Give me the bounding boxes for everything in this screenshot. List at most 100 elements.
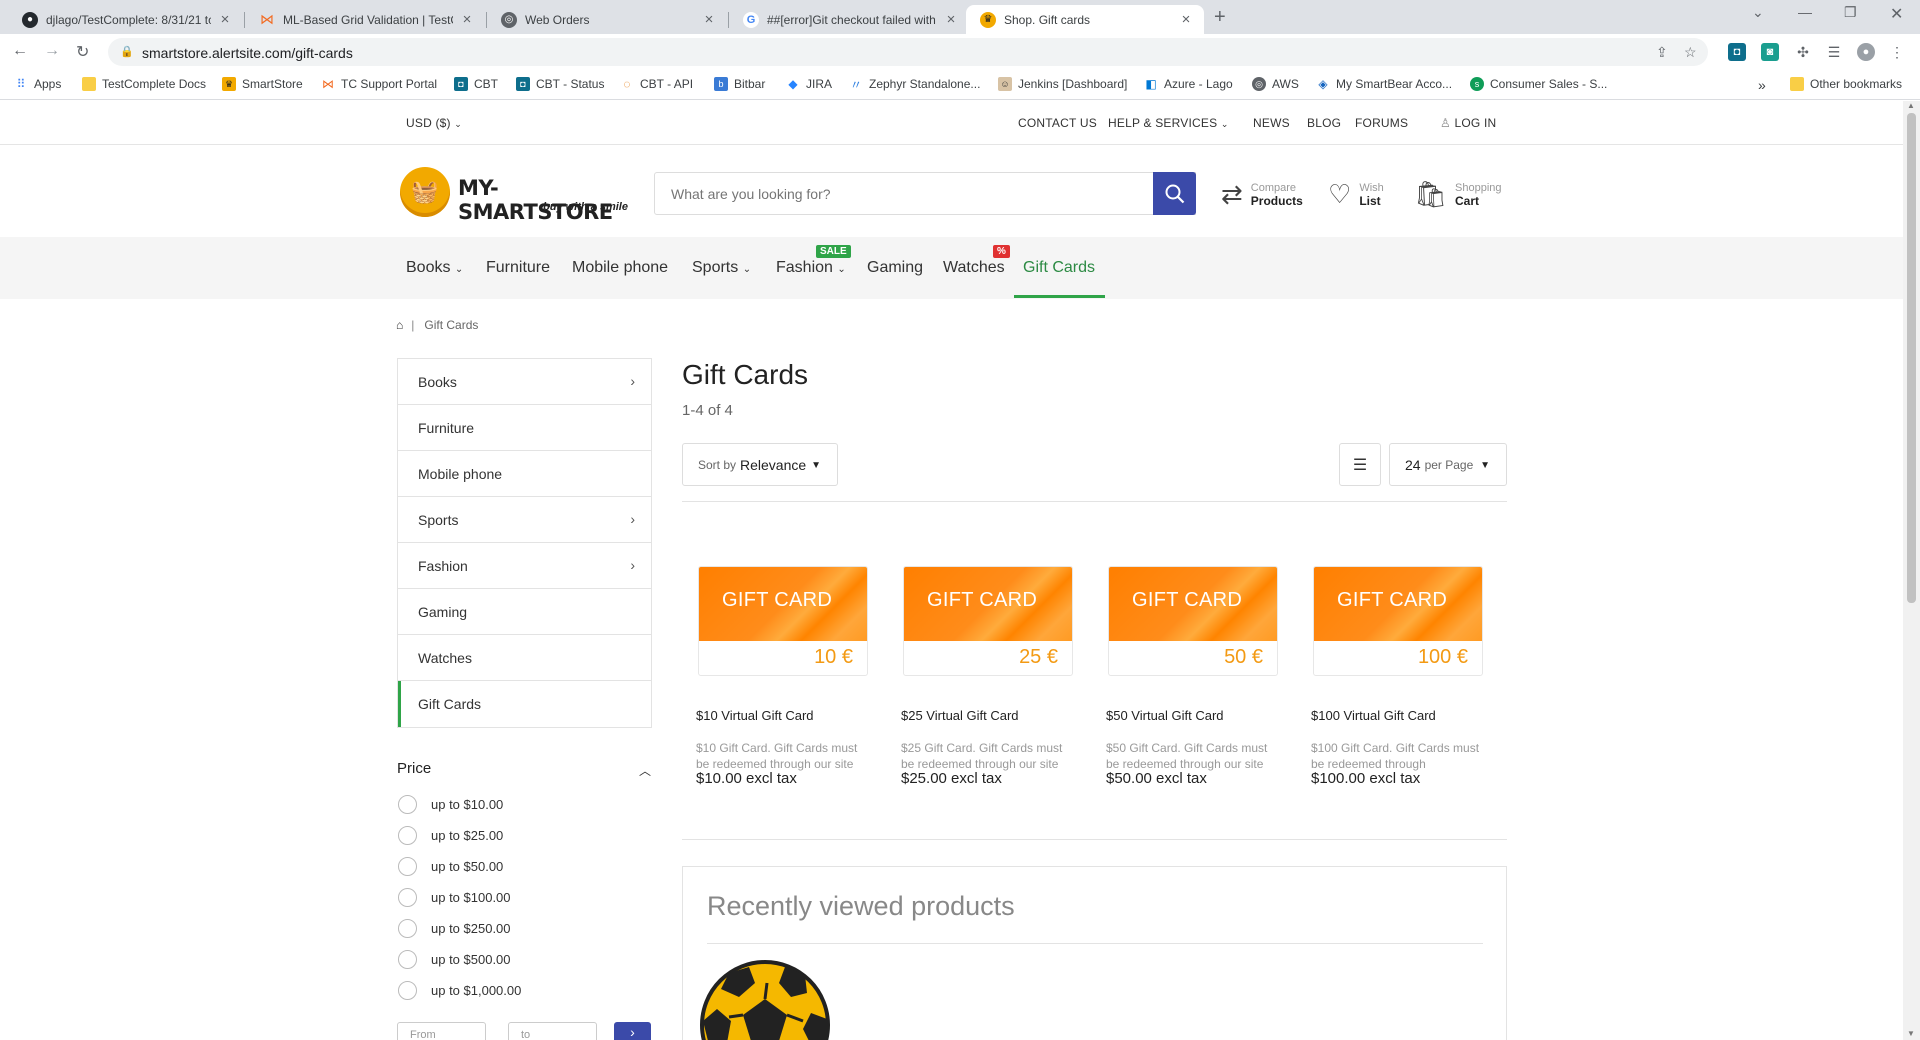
- radio-button[interactable]: [398, 795, 417, 814]
- scroll-down-icon[interactable]: ▼: [1907, 1029, 1915, 1038]
- price-option[interactable]: up to $50.00: [398, 857, 503, 876]
- contact-us-link[interactable]: CONTACT US: [1018, 116, 1097, 130]
- home-icon[interactable]: ⌂: [396, 318, 403, 332]
- bookmark-zephyr[interactable]: 〃 Zephyr Standalone...: [849, 77, 980, 92]
- scroll-up-icon[interactable]: ▲: [1907, 101, 1915, 110]
- price-option[interactable]: up to $10.00: [398, 795, 503, 814]
- sidebar-item-mobile-phone[interactable]: Mobile phone: [398, 451, 651, 497]
- news-link[interactable]: NEWS: [1253, 116, 1290, 130]
- extension-cbt-icon[interactable]: ◘: [1728, 43, 1746, 61]
- reading-list-icon[interactable]: ☰: [1825, 43, 1843, 61]
- extensions-puzzle-icon[interactable]: ✣: [1794, 43, 1812, 61]
- sidebar-item-watches[interactable]: Watches: [398, 635, 651, 681]
- share-icon[interactable]: ⇪: [1656, 44, 1668, 61]
- bookmark-star-icon[interactable]: ☆: [1684, 44, 1697, 61]
- bookmark-smartstore[interactable]: ♛ SmartStore: [222, 77, 303, 91]
- scrollbar-thumb[interactable]: [1907, 113, 1916, 603]
- sort-dropdown[interactable]: Sort by Relevance ▼: [682, 443, 838, 486]
- sidebar-item-books[interactable]: Books ›: [398, 359, 651, 405]
- per-page-dropdown[interactable]: 24 per Page ▼: [1389, 443, 1507, 486]
- address-bar[interactable]: 🔒 smartstore.alertsite.com/gift-cards ⇪ …: [108, 38, 1708, 66]
- radio-button[interactable]: [398, 857, 417, 876]
- sidebar-item-gaming[interactable]: Gaming: [398, 589, 651, 635]
- nav-category-gaming[interactable]: Gaming: [867, 259, 923, 277]
- bookmark-bitbar[interactable]: b Bitbar: [714, 77, 765, 91]
- forums-link[interactable]: FORUMS: [1355, 116, 1408, 130]
- nav-category-furniture[interactable]: Furniture: [486, 259, 550, 277]
- bookmark-azure[interactable]: ◧ Azure - Lago: [1144, 77, 1232, 91]
- close-tab-icon[interactable]: ×: [217, 11, 233, 28]
- price-to-input[interactable]: to: [508, 1022, 597, 1040]
- nav-category-watches[interactable]: Watches: [943, 259, 1005, 277]
- minimize-icon[interactable]: —: [1798, 4, 1812, 20]
- gift-card-image[interactable]: GIFT CARD 50 €: [1108, 566, 1278, 676]
- login-link[interactable]: ♙ LOG IN: [1440, 116, 1496, 130]
- tab-search-icon[interactable]: ⌄: [1752, 4, 1764, 21]
- search-input[interactable]: [655, 173, 1195, 214]
- gift-card-image[interactable]: GIFT CARD 10 €: [698, 566, 868, 676]
- url-text[interactable]: smartstore.alertsite.com/gift-cards: [142, 45, 353, 61]
- currency-selector[interactable]: USD ($) ⌄: [406, 116, 462, 130]
- nav-category-gift-cards[interactable]: Gift Cards: [1023, 259, 1095, 277]
- browser-menu-icon[interactable]: ⋮: [1888, 43, 1906, 61]
- price-option[interactable]: up to $100.00: [398, 888, 511, 907]
- wishlist-link[interactable]: ♡ Wish List: [1328, 179, 1384, 210]
- browser-tab-github[interactable]: ● djlago/TestComplete: 8/31/21 tc ×: [8, 5, 243, 34]
- product-name[interactable]: $10 Virtual Gift Card: [696, 708, 814, 723]
- radio-button[interactable]: [398, 950, 417, 969]
- close-tab-icon[interactable]: ×: [943, 11, 959, 28]
- browser-tab-gift-cards[interactable]: ♛ Shop. Gift cards ×: [966, 5, 1204, 34]
- price-from-input[interactable]: From: [397, 1022, 486, 1040]
- price-option[interactable]: up to $25.00: [398, 826, 503, 845]
- bookmark-tc-support[interactable]: ⋈ TC Support Portal: [321, 77, 437, 91]
- shopping-cart-link[interactable]: 🛍 Shopping Cart: [1414, 179, 1502, 210]
- blog-link[interactable]: BLOG: [1307, 116, 1341, 130]
- profile-avatar-icon[interactable]: ●: [1857, 43, 1875, 61]
- close-tab-icon[interactable]: ×: [1178, 11, 1194, 28]
- bookmark-jira[interactable]: ◆ JIRA: [786, 77, 832, 91]
- list-view-button[interactable]: ☰: [1339, 443, 1381, 486]
- price-option[interactable]: up to $1,000.00: [398, 981, 521, 1000]
- close-tab-icon[interactable]: ×: [459, 11, 475, 28]
- bookmark-smartbear-account[interactable]: ◈ My SmartBear Acco...: [1316, 77, 1452, 91]
- price-apply-button[interactable]: ›: [614, 1022, 651, 1040]
- search-button[interactable]: [1153, 172, 1196, 215]
- radio-button[interactable]: [398, 981, 417, 1000]
- price-filter-title[interactable]: Price: [397, 760, 431, 777]
- browser-tab-git-error[interactable]: G ##[error]Git checkout failed with ×: [729, 5, 969, 34]
- gift-card-image[interactable]: GIFT CARD 100 €: [1313, 566, 1483, 676]
- bookmark-other[interactable]: Other bookmarks: [1790, 77, 1902, 91]
- bookmark-apps[interactable]: ⠿ Apps: [14, 77, 62, 91]
- nav-category-books[interactable]: Books ⌄: [406, 259, 463, 277]
- nav-category-fashion[interactable]: Fashion ⌄: [776, 259, 846, 277]
- bookmark-consumer-sales[interactable]: s Consumer Sales - S...: [1470, 77, 1607, 91]
- browser-tab-ml-grid[interactable]: ⋈ ML-Based Grid Validation | TestC ×: [245, 5, 485, 34]
- extension-testcomplete-icon[interactable]: ◙: [1761, 43, 1779, 61]
- bookmark-cbt-api[interactable]: ◌ CBT - API: [620, 77, 693, 91]
- back-icon[interactable]: ←: [12, 42, 28, 60]
- product-name[interactable]: $50 Virtual Gift Card: [1106, 708, 1224, 723]
- radio-button[interactable]: [398, 826, 417, 845]
- store-logo[interactable]: 🧺 MY-SMARTSTORE buy with a smile: [400, 167, 640, 224]
- bookmark-testcomplete-docs[interactable]: TestComplete Docs: [82, 77, 206, 91]
- forward-icon[interactable]: →: [44, 42, 60, 60]
- new-tab-icon[interactable]: +: [1214, 6, 1226, 29]
- radio-button[interactable]: [398, 919, 417, 938]
- help-services-menu[interactable]: HELP & SERVICES ⌄: [1108, 116, 1229, 130]
- close-window-icon[interactable]: ✕: [1890, 4, 1903, 24]
- close-tab-icon[interactable]: ×: [701, 11, 717, 28]
- chevron-up-icon[interactable]: ︿: [639, 762, 651, 779]
- bookmark-cbt[interactable]: ◘ CBT: [454, 77, 498, 91]
- soccer-ball-image[interactable]: [699, 959, 831, 1040]
- bookmark-aws[interactable]: ◎ AWS: [1252, 77, 1299, 91]
- compare-products-link[interactable]: ⇄ Compare Products: [1221, 179, 1303, 210]
- price-option[interactable]: up to $250.00: [398, 919, 511, 938]
- restore-icon[interactable]: ❐: [1844, 4, 1857, 21]
- sidebar-item-sports[interactable]: Sports ›: [398, 497, 651, 543]
- lock-icon[interactable]: 🔒: [120, 45, 134, 58]
- page-scrollbar[interactable]: ▲ ▼: [1903, 101, 1920, 1040]
- price-option[interactable]: up to $500.00: [398, 950, 511, 969]
- bookmark-cbt-status[interactable]: ◘ CBT - Status: [516, 77, 604, 91]
- nav-category-sports[interactable]: Sports ⌄: [692, 259, 751, 277]
- browser-tab-web-orders[interactable]: ◎ Web Orders ×: [487, 5, 727, 34]
